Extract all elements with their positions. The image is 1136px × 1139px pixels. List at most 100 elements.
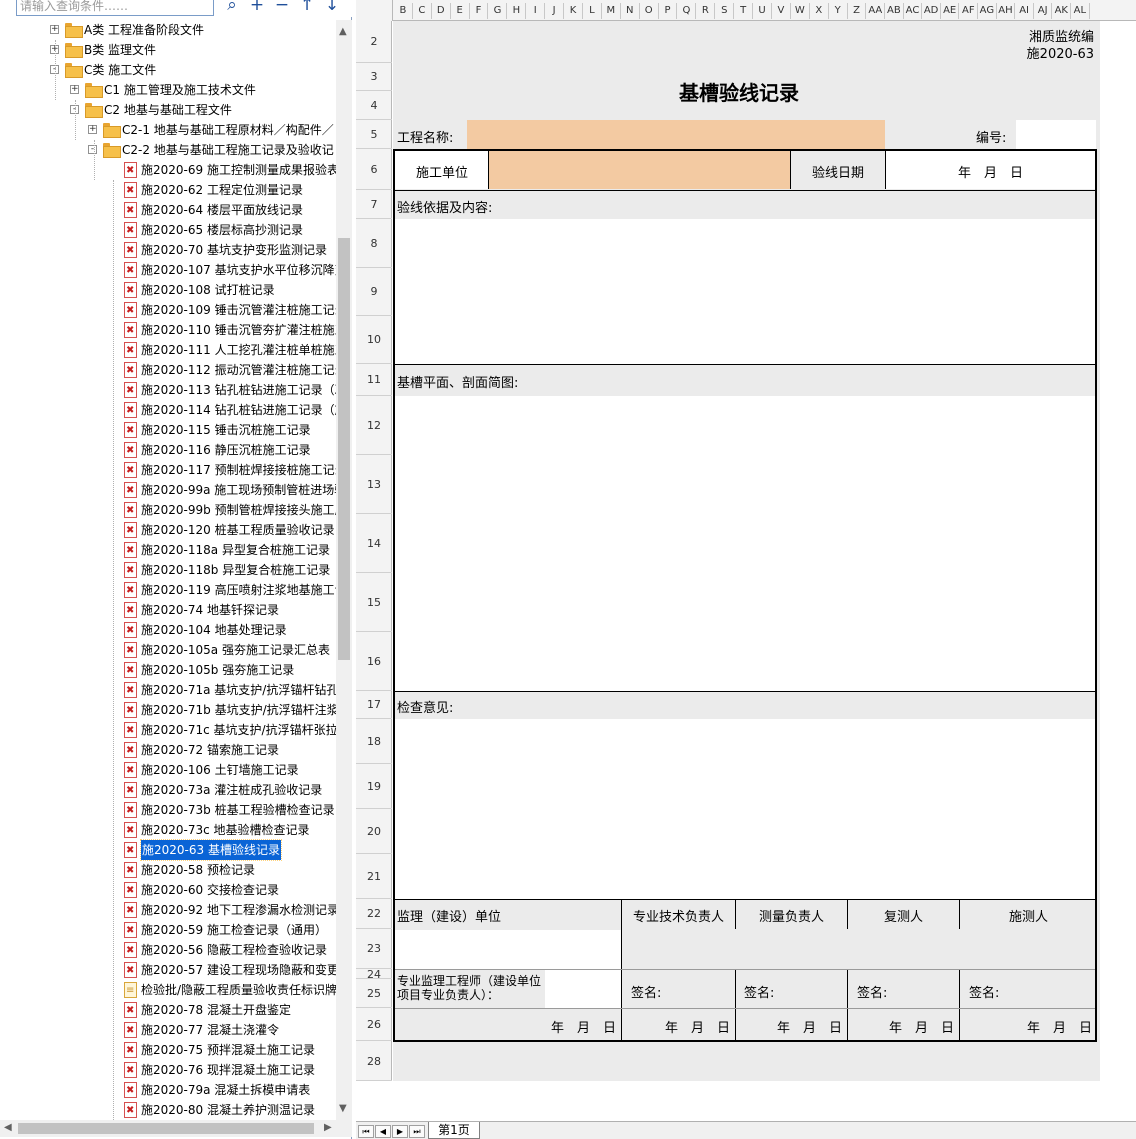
column-header-cell[interactable]: AE [941,3,960,19]
tree-file-item[interactable]: ✖ 施2020-113 钻孔桩钻进施工记录（冲 [0,380,336,400]
column-header-cell[interactable]: V [772,3,791,19]
column-header-cell[interactable]: M [602,3,621,19]
tree-file-item[interactable]: ✖ 施2020-69 施工控制测量成果报验表 [0,160,336,180]
number-field[interactable] [1016,120,1096,149]
tree-file-item[interactable]: ✖ 施2020-76 现拌混凝土施工记录 [0,1060,336,1080]
tree-file-item[interactable]: ✖ 施2020-62 工程定位测量记录 [0,180,336,200]
row-header-cell[interactable]: 18 [356,719,392,764]
column-header-cell[interactable]: R [696,3,716,19]
arrow-up-icon[interactable]: ↑ [297,0,317,15]
tree-file-item[interactable]: ✖ 施2020-111 人工挖孔灌注桩单桩施工 [0,340,336,360]
column-header-cell[interactable]: F [470,3,489,19]
tree-file-item[interactable]: ✖ 施2020-58 预检记录 [0,860,336,880]
column-header-cell[interactable]: D [432,3,451,19]
tree-file-item[interactable]: ✖ 施2020-71c 基坑支护/抗浮锚杆张拉 [0,720,336,740]
tree-file-item[interactable]: ✖ 施2020-109 锤击沉管灌注桩施工记录 [0,300,336,320]
scroll-left-icon[interactable]: ◀ [4,1122,12,1133]
project-name-field[interactable] [467,120,885,149]
row-header-cell[interactable]: 9 [356,268,392,316]
tree-file-item[interactable]: ✖ 施2020-72 锚索施工记录 [0,740,336,760]
tree-file-item[interactable]: ✖ 施2020-99a 施工现场预制管桩进场验 [0,480,336,500]
first-sheet-icon[interactable]: ⏮ [358,1125,374,1138]
tree-hscroll-thumb[interactable] [18,1123,314,1134]
tab-page-1[interactable]: 第1页 [428,1122,480,1139]
tree-node-c2[interactable]: - C2 地基与基础工程文件 [0,100,336,120]
supervision-engineer-sign-field[interactable] [545,970,621,1008]
column-header-cell[interactable]: P [659,3,678,19]
tree-file-item[interactable]: ✖ 施2020-106 土钉墙施工记录 [0,760,336,780]
tree-file-item[interactable]: ✖ 施2020-74 地基钎探记录 [0,600,336,620]
basis-content-field[interactable] [395,219,1095,364]
row-header-cell[interactable]: 14 [356,514,392,573]
column-header-cell[interactable]: AK [1053,3,1072,19]
tree-file-item[interactable]: ✖ 施2020-71b 基坑支护/抗浮锚杆注浆 [0,700,336,720]
row-header-cell[interactable]: 25 [356,979,392,1008]
column-header-cell[interactable]: W [791,3,810,19]
column-header-cell[interactable]: L [583,3,602,19]
tree-file-item[interactable]: ✖ 施2020-77 混凝土浇灌令 [0,1020,336,1040]
sketch-content-field[interactable] [395,396,1095,691]
tree-file-item[interactable]: ✖ 施2020-73c 地基验槽检查记录 [0,820,336,840]
tree-node-a[interactable]: + A类 工程准备阶段文件 [0,20,336,40]
row-header-cell[interactable]: 26 [356,1008,392,1041]
select-all-corner[interactable] [356,0,393,21]
column-header-cell[interactable]: E [451,3,470,19]
tree-file-item[interactable]: ✖ 施2020-112 振动沉管灌注桩施工记录 [0,360,336,380]
scroll-down-icon[interactable]: ▼ [339,1103,347,1114]
column-header-cell[interactable]: Z [848,3,867,19]
row-header-cell[interactable]: 23 [356,929,392,969]
tree-file-item[interactable]: ✖ 施2020-118b 异型复合桩施工记录（ [0,560,336,580]
row-header-cell[interactable]: 17 [356,691,392,719]
tree-file-item[interactable]: ✖ 施2020-75 预拌混凝土施工记录 [0,1040,336,1060]
plus-icon[interactable]: + [247,0,267,15]
column-header-cell[interactable]: C [413,3,432,19]
opinion-content-field[interactable] [395,719,1095,899]
scroll-right-icon[interactable]: ▶ [324,1122,332,1133]
row-header-cell[interactable]: 28 [356,1043,392,1081]
tree-file-item[interactable]: ✖ 施2020-59 施工检查记录（通用） [0,920,336,940]
column-header-cell[interactable]: K [564,3,583,19]
row-header-cell[interactable]: 20 [356,809,392,854]
column-header-cell[interactable]: AA [867,3,886,19]
scroll-up-icon[interactable]: ▲ [339,26,347,37]
tree-file-item[interactable]: ✖ 施2020-117 预制桩焊接接桩施工记录 [0,460,336,480]
collapse-icon[interactable]: - [88,145,97,154]
search-icon[interactable]: ⌕ [222,0,242,15]
tree-file-item[interactable]: ✖ 施2020-80 混凝土养护测温记录 [0,1100,336,1120]
tree-node-c[interactable]: - C类 施工文件 [0,60,336,80]
column-header-cell[interactable]: B [394,3,413,19]
tree-node-c2-2[interactable]: - C2-2 地基与基础工程施工记录及验收记 [0,140,336,160]
row-header-cell[interactable]: 21 [356,854,392,899]
tree-file-item[interactable]: ✖ 施2020-92 地下工程渗漏水检测记录 [0,900,336,920]
row-header-cell[interactable]: 8 [356,219,392,268]
row-header-cell[interactable]: 10 [356,316,392,364]
row-header-cell[interactable]: 4 [356,91,392,120]
supervision-unit-field[interactable] [395,930,621,970]
row-header-cell[interactable]: 3 [356,63,392,91]
column-header-cell[interactable]: Q [678,3,697,19]
tree-file-item[interactable]: ✖ 施2020-73b 桩基工程验槽检查记录 [0,800,336,820]
row-header-cell[interactable]: 2 [356,21,392,63]
row-header-cell[interactable]: 22 [356,899,392,929]
column-header-cell[interactable]: T [734,3,754,19]
tree-file-item[interactable]: ✖ 施2020-78 混凝土开盘鉴定 [0,1000,336,1020]
tree-file-item[interactable]: ✖ 施2020-56 隐蔽工程检查验收记录 [0,940,336,960]
tree-file-item[interactable]: ✖ 施2020-105b 强夯施工记录 [0,660,336,680]
tree-file-item[interactable]: ✖ 施2020-120 桩基工程质量验收记录 [0,520,336,540]
row-header-cell[interactable]: 13 [356,455,392,514]
tree-file-item[interactable]: ✖ 施2020-57 建设工程现场隐蔽和变更 [0,960,336,980]
prev-sheet-icon[interactable]: ◀ [375,1125,391,1138]
column-header-cell[interactable]: G [489,3,508,19]
row-header-cell[interactable]: 16 [356,632,392,691]
column-header-cell[interactable]: I [526,3,546,19]
tree-file-item[interactable]: ✖ 施2020-119 高压喷射注浆地基施工记 [0,580,336,600]
tree-file-item[interactable]: ✖ 施2020-118a 异型复合桩施工记录（ [0,540,336,560]
column-header-cell[interactable]: Y [829,3,848,19]
row-header-cell[interactable]: 6 [356,149,392,190]
tree-file-item[interactable]: ✖ 施2020-99b 预制管桩焊接接头施工质 [0,500,336,520]
column-header-cell[interactable]: AF [960,3,979,19]
column-header-cell[interactable]: H [507,3,527,19]
column-header-cell[interactable]: O [640,3,659,19]
expand-icon[interactable]: + [88,125,97,134]
column-header-cell[interactable]: AC [904,3,923,19]
